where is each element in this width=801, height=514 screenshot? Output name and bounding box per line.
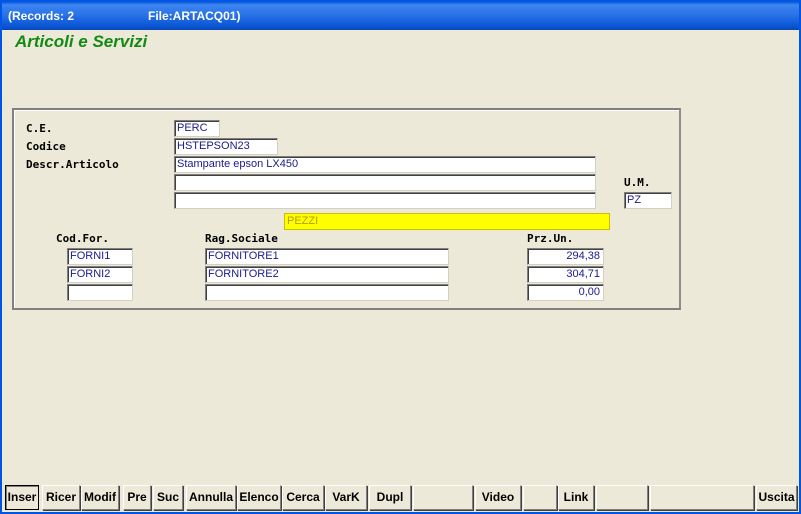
dupl-button[interactable]: Dupl — [369, 485, 411, 510]
um-label: U.M. — [624, 176, 651, 189]
supplier-name-input[interactable]: FORNITORE2 — [205, 266, 449, 283]
ce-label: C.E. — [26, 122, 53, 135]
descr-input-3[interactable] — [174, 192, 596, 209]
pre-button[interactable]: Pre — [123, 485, 151, 510]
link-button[interactable]: Link — [558, 485, 594, 510]
descr-input-2[interactable] — [174, 174, 596, 191]
cerca-button[interactable]: Cerca — [282, 485, 324, 510]
supplier-code-input[interactable] — [67, 284, 133, 301]
video-button[interactable]: Video — [475, 485, 521, 510]
annulla-button[interactable]: Annulla — [186, 485, 236, 510]
elenco-button[interactable]: Elenco — [237, 485, 281, 510]
app-window: (Records: 2 File:ARTACQ01) Articoli e Se… — [0, 0, 801, 514]
um-description-field: PEZZI — [284, 213, 610, 230]
empty-button-1[interactable] — [413, 485, 473, 510]
um-input[interactable]: PZ — [624, 192, 672, 209]
modif-button[interactable]: Modif — [81, 485, 119, 510]
codice-label: Codice — [26, 140, 66, 153]
title-bar: (Records: 2 File:ARTACQ01) — [2, 2, 799, 30]
page-title: Articoli e Servizi — [15, 32, 148, 51]
supplier-code-input[interactable]: FORNI1 — [67, 248, 133, 265]
uscita-button[interactable]: Uscita — [756, 485, 797, 510]
bottom-toolbar: Inser Ricer Modif Pre Suc Annulla Elenco… — [5, 485, 798, 510]
suc-button[interactable]: Suc — [153, 485, 183, 510]
rag-sociale-header: Rag.Sociale — [205, 232, 278, 245]
descr-input-1[interactable]: Stampante epson LX450 — [174, 156, 596, 173]
supplier-code-input[interactable]: FORNI2 — [67, 266, 133, 283]
codice-input[interactable]: HSTEPSON23 — [174, 138, 278, 155]
records-count: (Records: 2 — [8, 9, 75, 23]
supplier-price-input[interactable]: 294,38 — [527, 248, 604, 265]
supplier-name-input[interactable] — [205, 284, 449, 301]
inser-button[interactable]: Inser — [5, 485, 39, 510]
supplier-price-input[interactable]: 304,71 — [527, 266, 604, 283]
descr-label: Descr.Articolo — [26, 158, 119, 171]
empty-button-2[interactable] — [523, 485, 557, 510]
empty-button-3[interactable] — [596, 485, 648, 510]
empty-button-4[interactable] — [650, 485, 754, 510]
vark-button[interactable]: VarK — [325, 485, 367, 510]
ricer-button[interactable]: Ricer — [42, 485, 80, 510]
prz-un-header: Prz.Un. — [527, 232, 574, 245]
ce-input[interactable]: PERC — [174, 120, 220, 137]
supplier-price-input[interactable]: 0,00 — [527, 284, 604, 301]
cod-for-header: Cod.For. — [56, 232, 109, 245]
supplier-name-input[interactable]: FORNITORE1 — [205, 248, 449, 265]
file-name: File:ARTACQ01) — [148, 9, 241, 23]
